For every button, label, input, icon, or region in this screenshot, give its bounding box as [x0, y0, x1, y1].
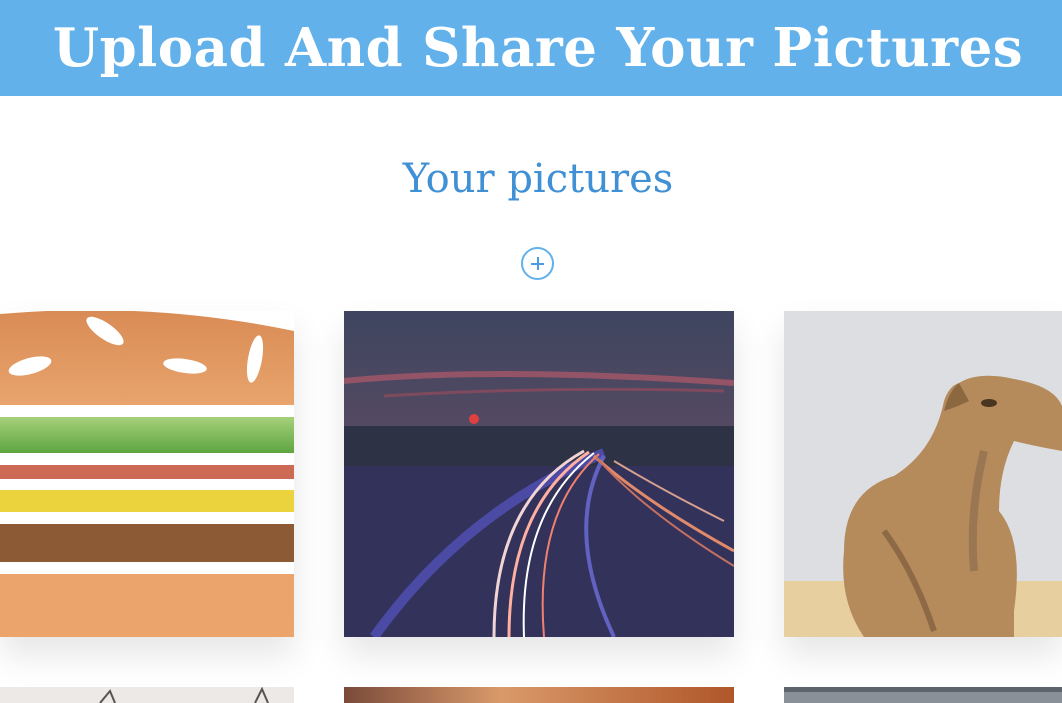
section-title: Your pictures [402, 156, 674, 202]
picture-card[interactable] [784, 687, 1062, 703]
camel-image [784, 311, 1062, 637]
plus-icon [531, 257, 544, 270]
page-header: Upload And Share Your Pictures [0, 0, 1062, 96]
sunset-image [344, 687, 734, 703]
tree-image [0, 687, 294, 703]
picture-card[interactable] [0, 311, 294, 637]
picture-card[interactable] [344, 687, 734, 703]
highway-image [344, 311, 734, 637]
page-title: Upload And Share Your Pictures [52, 17, 1024, 79]
railing-image [784, 687, 1062, 703]
add-picture-button[interactable] [521, 247, 554, 280]
picture-card[interactable] [344, 311, 734, 637]
hamburger-image [0, 311, 294, 637]
picture-card[interactable] [784, 311, 1062, 637]
picture-card[interactable] [0, 687, 294, 703]
